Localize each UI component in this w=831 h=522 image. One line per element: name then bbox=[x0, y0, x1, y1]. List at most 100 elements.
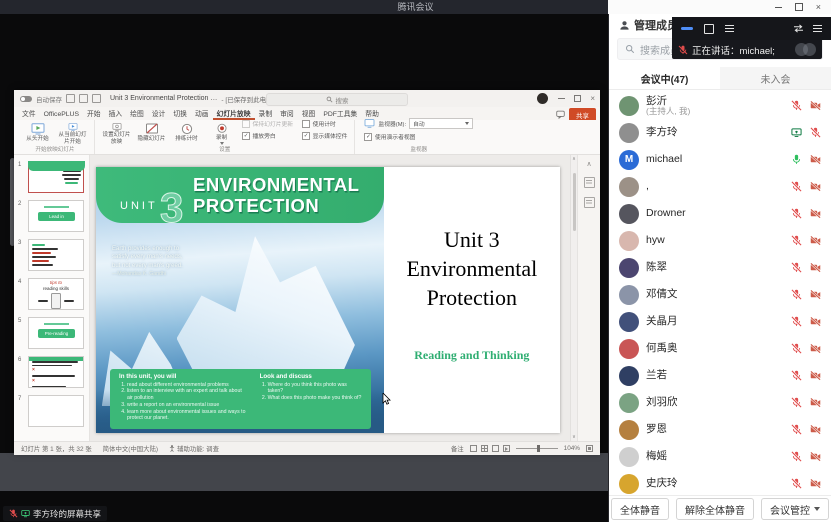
screen-share-icon[interactable] bbox=[791, 127, 802, 138]
member-row[interactable]: 史庆玲 bbox=[609, 470, 831, 495]
ribbon-checkbox[interactable]: ✓使用演示者视图 bbox=[364, 132, 415, 141]
camera-off-icon[interactable] bbox=[810, 424, 821, 435]
accessibility-status[interactable]: 辅助功能: 调查 bbox=[177, 444, 219, 453]
mic-muted-icon[interactable] bbox=[791, 316, 802, 327]
minimize-icon[interactable] bbox=[775, 7, 782, 8]
camera-off-icon[interactable] bbox=[810, 181, 821, 192]
close-icon[interactable]: × bbox=[816, 3, 821, 12]
ribbon-tab[interactable]: 动画 bbox=[191, 108, 213, 120]
mic-muted-icon[interactable] bbox=[791, 478, 802, 489]
camera-off-icon[interactable] bbox=[810, 478, 821, 489]
member-row[interactable]: 罗恩 bbox=[609, 416, 831, 443]
ribbon-tab[interactable]: 开始 bbox=[83, 108, 105, 120]
slide-thumbnail-6[interactable]: ×× bbox=[28, 356, 84, 388]
hide-slide-button[interactable]: 隐藏幻灯片 bbox=[135, 122, 168, 145]
from-current-slide-button[interactable]: 从当前幻灯片开始 bbox=[56, 122, 89, 145]
save-icon[interactable] bbox=[66, 94, 75, 103]
layout-icon[interactable] bbox=[704, 24, 714, 34]
slide-thumbnail-4[interactable]: tips toreading skills bbox=[28, 278, 84, 310]
current-slide[interactable]: UNIT 3 ENVIRONMENTAL PROTECTION Earth pr… bbox=[96, 167, 560, 433]
record-button[interactable]: 录制 bbox=[205, 122, 238, 145]
mic-muted-icon[interactable] bbox=[791, 424, 802, 435]
mic-muted-icon[interactable] bbox=[791, 262, 802, 273]
slide-thumbnail-1[interactable] bbox=[28, 161, 84, 193]
member-row[interactable]: 彭沂 (主持人, 我) bbox=[609, 92, 831, 119]
list-view-icon[interactable] bbox=[725, 25, 734, 32]
scroll-down-icon[interactable]: ∨ bbox=[572, 434, 576, 440]
ribbon-checkbox[interactable]: 保持幻灯片更新 bbox=[242, 119, 293, 128]
scrollbar-thumb[interactable] bbox=[573, 173, 576, 231]
camera-off-icon[interactable] bbox=[810, 262, 821, 273]
camera-off-icon[interactable] bbox=[810, 289, 821, 300]
member-row[interactable]: 兰若 bbox=[609, 362, 831, 389]
fit-to-window-icon[interactable] bbox=[586, 445, 593, 452]
member-row[interactable]: Drowner bbox=[609, 200, 831, 227]
footer-button[interactable]: 解除全体静音 bbox=[676, 498, 754, 520]
undo-icon[interactable] bbox=[79, 94, 88, 103]
member-row[interactable]: , bbox=[609, 173, 831, 200]
maximize-icon[interactable] bbox=[795, 3, 803, 11]
member-row[interactable]: 关晶月 bbox=[609, 308, 831, 335]
member-row[interactable]: hyw bbox=[609, 227, 831, 254]
menu-icon[interactable] bbox=[813, 25, 822, 32]
ppt-restore-icon[interactable] bbox=[574, 95, 581, 102]
slide-thumbnail-7[interactable] bbox=[28, 395, 84, 427]
camera-off-icon[interactable] bbox=[810, 154, 821, 165]
mic-muted-icon[interactable] bbox=[791, 289, 802, 300]
member-row[interactable]: 邓倩文 bbox=[609, 281, 831, 308]
slide-thumbnail-2[interactable]: Lead in bbox=[28, 200, 84, 232]
camera-off-icon[interactable] bbox=[810, 343, 821, 354]
member-row[interactable]: 李方玲 bbox=[609, 119, 831, 146]
monitor-dropdown[interactable]: 自动 bbox=[409, 118, 473, 129]
rehearse-timings-button[interactable]: 排练计时 bbox=[170, 122, 203, 145]
view-switcher[interactable] bbox=[470, 445, 510, 452]
slide-thumbnail-5[interactable]: Pre-reading bbox=[28, 317, 84, 349]
autosave-toggle[interactable] bbox=[20, 96, 32, 102]
mic-muted-icon[interactable] bbox=[791, 100, 802, 111]
mic-muted-icon[interactable] bbox=[810, 127, 821, 138]
scroll-up-icon[interactable]: ∧ bbox=[572, 156, 576, 162]
camera-off-icon[interactable] bbox=[810, 370, 821, 381]
screen-share-toast[interactable]: 李方玲的屏幕共享 bbox=[3, 506, 107, 521]
slide-thumbnail-3[interactable] bbox=[28, 239, 84, 271]
ribbon-tab[interactable]: OfficePLUS bbox=[40, 111, 83, 120]
ribbon-checkbox[interactable]: ✓显示媒体控件 bbox=[302, 131, 347, 140]
zoom-slider[interactable] bbox=[516, 448, 558, 449]
member-row[interactable]: M michael bbox=[609, 146, 831, 173]
slideshow-view-icon[interactable] bbox=[503, 445, 510, 452]
comments-pane-icon[interactable] bbox=[584, 197, 595, 208]
mic-muted-icon[interactable] bbox=[791, 397, 802, 408]
mic-muted-icon[interactable] bbox=[791, 235, 802, 246]
account-avatar[interactable] bbox=[537, 93, 548, 104]
normal-view-icon[interactable] bbox=[470, 445, 477, 452]
member-tab[interactable]: 会议中(47) bbox=[609, 67, 720, 89]
collapse-ribbon-icon[interactable]: ∧ bbox=[586, 160, 591, 168]
notes-pane-icon[interactable] bbox=[584, 177, 595, 188]
camera-off-icon[interactable] bbox=[810, 316, 821, 327]
member-row[interactable]: 何禹奥 bbox=[609, 335, 831, 362]
mic-muted-icon[interactable] bbox=[791, 181, 802, 192]
ribbon-tab[interactable]: 文件 bbox=[18, 108, 40, 120]
camera-off-icon[interactable] bbox=[810, 235, 821, 246]
footer-button[interactable]: 全体静音 bbox=[611, 498, 669, 520]
ppt-minimize-icon[interactable] bbox=[558, 98, 565, 99]
ribbon-tab[interactable]: 插入 bbox=[105, 108, 127, 120]
from-beginning-button[interactable]: 从头开始 bbox=[21, 122, 54, 145]
mic-muted-icon[interactable] bbox=[791, 343, 802, 354]
slide-scrollbar[interactable]: ∧ ∨ bbox=[570, 155, 577, 441]
ppt-search-input[interactable]: 搜索 bbox=[266, 93, 408, 106]
reading-view-icon[interactable] bbox=[492, 445, 499, 452]
ribbon-tab[interactable]: 设计 bbox=[148, 108, 170, 120]
ribbon-checkbox[interactable]: ✓播放旁白 bbox=[242, 131, 293, 140]
camera-off-icon[interactable] bbox=[810, 100, 821, 111]
setup-slideshow-button[interactable]: 设置幻灯片放映 bbox=[100, 122, 133, 145]
redo-icon[interactable] bbox=[92, 94, 101, 103]
mic-muted-icon[interactable] bbox=[791, 370, 802, 381]
mic-on-icon[interactable] bbox=[791, 154, 802, 165]
slide-sorter-icon[interactable] bbox=[481, 445, 488, 452]
camera-off-icon[interactable] bbox=[810, 208, 821, 219]
minimize-bar-icon[interactable] bbox=[681, 27, 693, 30]
ribbon-checkbox[interactable]: 使用计时 bbox=[302, 119, 347, 128]
member-row[interactable]: 梅媱 bbox=[609, 443, 831, 470]
mic-muted-icon[interactable] bbox=[791, 451, 802, 462]
